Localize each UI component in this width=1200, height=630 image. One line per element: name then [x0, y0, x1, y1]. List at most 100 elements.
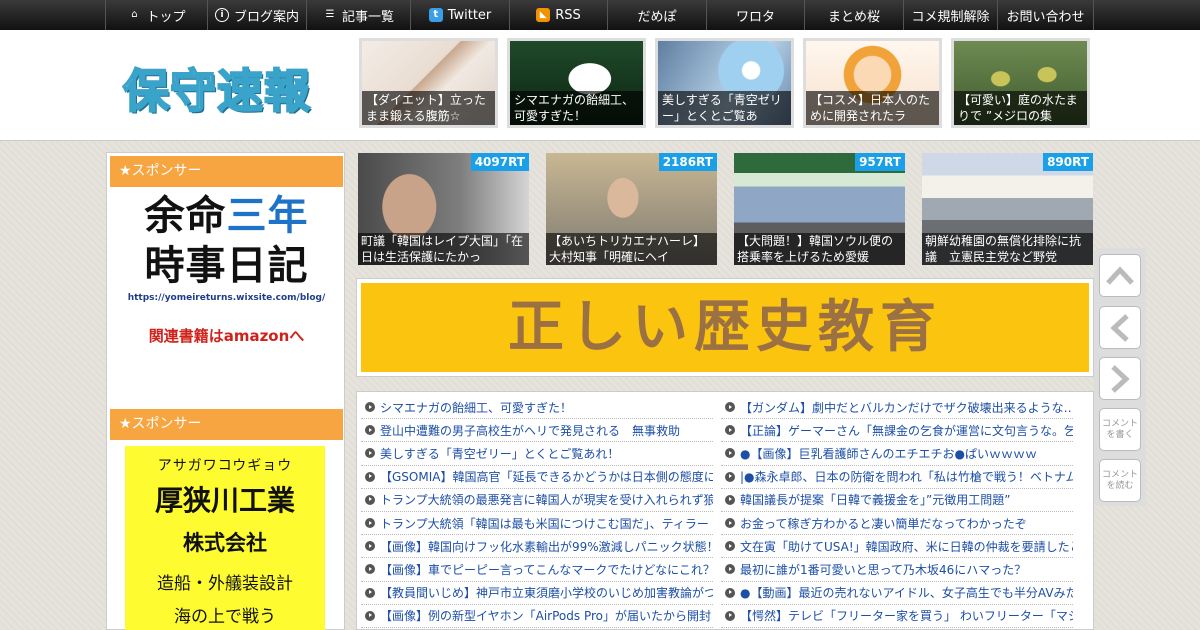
play-bullet-icon: [365, 610, 375, 621]
read-comments-button[interactable]: コメントを読む: [1099, 459, 1141, 502]
ad-company-type: 株式会社: [183, 531, 267, 555]
article-title: 美しすぎる「青空ゼリー」とくとご覧あれ！: [380, 446, 620, 461]
play-bullet-icon: [725, 425, 735, 436]
trending-caption: 【大問題！】韓国ソウル便の搭乗率を上げるため愛媛: [734, 233, 905, 265]
trending-article[interactable]: 957RT 【大問題！】韓国ソウル便の搭乗率を上げるため愛媛: [734, 153, 905, 265]
article-title: 【GSOMIA】韓国高官「延長できるかどうかは日本側の態度に: [380, 470, 713, 485]
featured-article[interactable]: シマエナガの飴細工、可愛すぎた！: [507, 38, 646, 128]
article-link[interactable]: 【GSOMIA】韓国高官「延長できるかどうかは日本側の態度に: [361, 466, 713, 489]
next-article-button[interactable]: [1099, 357, 1141, 400]
article-title: 【教員間いじめ】神戸市立東須磨小学校のいじめ加害教論がつ: [380, 586, 713, 601]
nav-item-blog-guide[interactable]: i ブログ案内: [207, 0, 306, 30]
chevron-up-icon: [1106, 265, 1134, 285]
article-link[interactable]: トランプ大統領の最悪発言に韓国人が現実を受け入れられず狼: [361, 489, 713, 512]
write-comment-button[interactable]: コメントを書く: [1099, 408, 1141, 451]
article-link[interactable]: |●森永卓郎、日本の防衛を問われ「私は竹槍で戦う！ベトナム: [721, 466, 1073, 489]
article-link[interactable]: 【正論】ゲーマーさん「無課金の乞食が運営に文句言うな。乞: [721, 419, 1073, 443]
article-title: 【ガンダム】劇中だとバルカンだけでザク破壊出来るような…: [740, 400, 1073, 415]
play-bullet-icon: [725, 564, 735, 575]
ad-title-part: 三年: [226, 193, 309, 239]
article-link[interactable]: 文在寅「助けてUSA!」韓国政府、米に日韓の仲裁を要請したと: [721, 535, 1073, 559]
sponsor-ad-asagawa[interactable]: アサガワコウギョウ 厚狭川工業 株式会社 造船・外艤装設計 海の上で戦う: [125, 446, 325, 630]
featured-article[interactable]: 【可愛い】庭の水たまりで ”メジロの集: [951, 38, 1090, 128]
nav-item-contact[interactable]: お問い合わせ: [997, 0, 1094, 30]
nav-label: だめぽ: [637, 9, 677, 25]
nav-item-rss[interactable]: ◣ RSS: [509, 0, 607, 30]
featured-article[interactable]: 美しすぎる「青空ゼリー」とくとご覧あ: [655, 38, 794, 128]
article-title: |●森永卓郎、日本の防衛を問われ「私は竹槍で戦う！ベトナム: [740, 470, 1073, 485]
ad-description: 造船・外艤装設計: [157, 574, 293, 594]
nav-item-articles[interactable]: ☰ 記事一覧: [306, 0, 410, 30]
banner-inner: 正しい歴史教育: [361, 283, 1089, 372]
article-link[interactable]: お金って稼ぎ方わかると凄い簡単だなってわかったぞ: [721, 512, 1073, 536]
site-logo[interactable]: 保守速報: [122, 55, 311, 121]
article-link[interactable]: 美しすぎる「青空ゼリー」とくとご覧あれ！: [361, 442, 713, 466]
article-link[interactable]: ●【画像】巨乳看護師さんのエチエチお●ぱいｗｗｗｗ: [721, 442, 1073, 466]
trending-article[interactable]: 4097RT 町議「韓国はレイプ大国」「在日は生活保護にたかっ: [358, 153, 529, 265]
ad-title-line2: 時事日記: [144, 243, 309, 289]
nav-item-warota[interactable]: ワロタ: [706, 0, 804, 30]
nav-label: コメ規制解除: [911, 9, 990, 25]
trending-caption: 【あいちトリカエナハーレ】大村知事「明確にヘイ: [546, 233, 717, 265]
article-link[interactable]: 【画像】韓国向けフッ化水素輸出が99%激減しパニック状態！: [361, 535, 713, 559]
article-link[interactable]: 【教員間いじめ】神戸市立東須磨小学校のいじめ加害教論がつ: [361, 582, 713, 605]
play-bullet-icon: [365, 541, 375, 552]
article-link[interactable]: 【ガンダム】劇中だとバルカンだけでザク破壊出来るような…: [721, 396, 1073, 420]
play-bullet-icon: [725, 610, 735, 621]
article-title: 【愕然】テレビ「フリーター家を買う」 わいフリーター「マシ: [740, 609, 1073, 624]
nav-item-comment-unblock[interactable]: コメ規制解除: [903, 0, 997, 30]
featured-article[interactable]: 【コスメ】日本人のために開発されたラ: [803, 38, 942, 128]
article-link[interactable]: ●【動画】最近の売れないアイドル、女子高生でも半分AVみた: [721, 582, 1073, 605]
sponsor-ad-yomei[interactable]: 余命三年 時事日記 https://yomeireturns.wixsite.c…: [110, 191, 343, 381]
play-bullet-icon: [725, 448, 735, 459]
nav-label: 記事一覧: [341, 9, 394, 25]
chevron-left-icon: [1110, 313, 1129, 342]
article-link[interactable]: シマエナガの飴細工、可愛すぎた！: [361, 396, 713, 420]
button-label: コメントを書く: [1101, 418, 1138, 440]
nav-item-top[interactable]: ⌂ トップ: [105, 0, 207, 30]
article-title: 韓国議長が提案「日韓で義援金を」”元徴用工問題”: [740, 493, 1011, 508]
nav-item-matome[interactable]: まとめ桜: [804, 0, 903, 30]
article-title: 文在寅「助けてUSA!」韓国政府、米に日韓の仲裁を要請したと: [740, 539, 1073, 554]
play-bullet-icon: [725, 587, 735, 598]
article-link[interactable]: 【画像】例の新型イヤホン「AirPods Pro」が届いたから開封し: [361, 605, 713, 628]
play-bullet-icon: [365, 425, 375, 436]
article-title: ●【動画】最近の売れないアイドル、女子高生でも半分AVみた: [740, 586, 1073, 601]
article-title: シマエナガの飴細工、可愛すぎた！: [380, 400, 573, 415]
play-bullet-icon: [725, 518, 735, 529]
sponsor-heading: ★スポンサー: [110, 156, 343, 187]
history-education-banner[interactable]: 正しい歴史教育: [356, 278, 1094, 377]
article-link[interactable]: 登山中遭難の男子高校生がヘリで発見される 無事救助: [361, 419, 713, 443]
nav-label: お問い合わせ: [1006, 9, 1085, 25]
article-title: 【画像】車でピーピー言ってこんなマークでたけどなにこれ？: [380, 562, 713, 577]
scroll-top-button[interactable]: [1099, 254, 1141, 297]
nav-label: まとめ桜: [827, 9, 880, 25]
top-navigation: ⌂ トップ i ブログ案内 ☰ 記事一覧 t Twitter ◣ RSS だめぽ…: [0, 0, 1200, 30]
site-header: 保守速報 【ダイエット】立ったまま鍛える腹筋☆ シマエナガの飴細工、可愛すぎた！…: [0, 30, 1200, 141]
button-label: コメントを読む: [1101, 469, 1138, 491]
play-bullet-icon: [365, 402, 375, 413]
ad-company-name: 厚狭川工業: [154, 484, 295, 517]
retweet-count: 957RT: [855, 153, 905, 171]
featured-article[interactable]: 【ダイエット】立ったまま鍛える腹筋☆: [359, 38, 498, 128]
article-title: お金って稼ぎ方わかると凄い簡単だなってわかったぞ: [740, 516, 1027, 531]
trending-article[interactable]: 890RT 朝鮮幼稚園の無償化排除に抗議 立憲民主党など野党: [922, 153, 1093, 265]
article-title: ●【画像】巨乳看護師さんのエチエチお●ぱいｗｗｗｗ: [740, 446, 1037, 461]
previous-article-button[interactable]: [1099, 306, 1141, 349]
amazon-link[interactable]: 関連書籍はamazonへ: [110, 325, 343, 346]
ad-title-line1: 余命三年: [110, 191, 343, 241]
article-link[interactable]: 【画像】車でピーピー言ってこんなマークでたけどなにこれ？: [361, 558, 713, 582]
article-title: 登山中遭難の男子高校生がヘリで発見される 無事救助: [380, 423, 681, 438]
nav-item-damepo[interactable]: だめぽ: [607, 0, 706, 30]
trending-article[interactable]: 2186RT 【あいちトリカエナハーレ】大村知事「明確にヘイ: [546, 153, 717, 265]
floating-button-panel: コメントを書く コメントを読む: [1094, 248, 1146, 506]
nav-bar: ⌂ トップ i ブログ案内 ☰ 記事一覧 t Twitter ◣ RSS だめぽ…: [105, 0, 1094, 30]
ad-company-kana: アサガワコウギョウ: [157, 458, 293, 474]
nav-item-twitter[interactable]: t Twitter: [410, 0, 509, 30]
article-link[interactable]: 【愕然】テレビ「フリーター家を買う」 わいフリーター「マシ: [721, 605, 1073, 628]
article-link[interactable]: 韓国議長が提案「日韓で義援金を」”元徴用工問題”: [721, 489, 1073, 512]
article-link[interactable]: トランプ大統領「韓国は最も米国につけこむ国だ」、ティラー: [361, 512, 713, 536]
nav-label: ワロタ: [735, 9, 775, 25]
article-title: 【画像】韓国向けフッ化水素輸出が99%激減しパニック状態！: [380, 539, 713, 554]
article-link[interactable]: 最初に誰が1番可愛いと思って乃木坂46にハマった？: [721, 558, 1073, 582]
